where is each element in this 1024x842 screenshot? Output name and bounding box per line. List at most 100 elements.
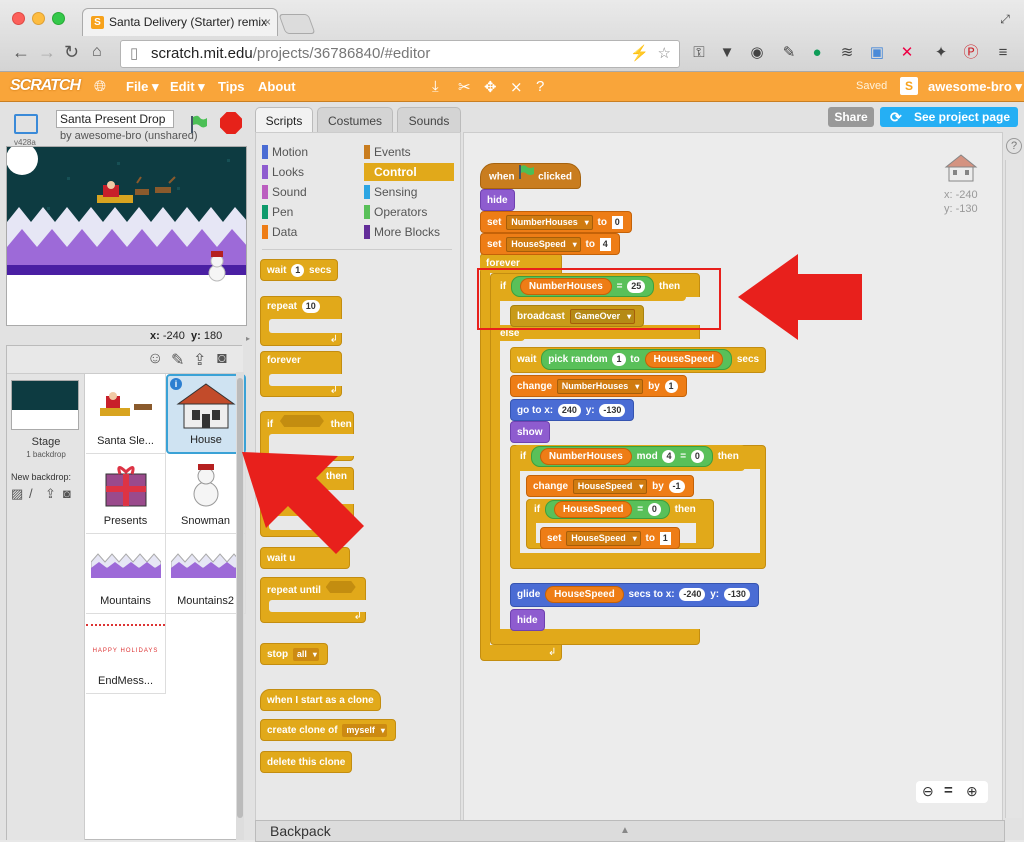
wait-pick-random-block[interactable]: wait pick random 1 to HouseSpeed secs — [510, 347, 767, 373]
set-housespeed-1-block[interactable]: set HouseSpeed to 1 — [540, 527, 680, 549]
fullscreen-stage-icon[interactable] — [14, 114, 38, 134]
see-project-page-button[interactable]: ⟳ See project page — [880, 107, 1018, 127]
scrollbar-thumb[interactable] — [237, 378, 243, 818]
palette-create-clone-block[interactable]: create clone of myself — [260, 719, 396, 741]
palette-repeat-until-block[interactable]: repeat until ↲ — [260, 577, 367, 623]
sprite-presents[interactable]: Presents — [86, 454, 166, 534]
category-pen[interactable]: Pen — [262, 203, 293, 221]
duplicate-icon[interactable]: ⤓ — [432, 78, 439, 95]
grow-icon[interactable]: ✥ — [484, 78, 497, 96]
tab-close-icon[interactable]: × — [264, 9, 271, 36]
zoom-out-icon[interactable]: ⊖ — [922, 783, 934, 800]
close-window-button[interactable] — [12, 12, 25, 25]
fullscreen-icon[interactable]: ⤢ — [996, 10, 1014, 28]
sprite-mountains2[interactable]: Mountains2 — [166, 534, 246, 614]
go-to-xy-block[interactable]: go to x: 240 y: -130 — [510, 399, 635, 421]
palette-delete-clone-block[interactable]: delete this clone — [260, 751, 353, 773]
paint-sprite-icon[interactable]: ✎ — [171, 350, 184, 370]
shuriken-icon[interactable]: ✦ — [932, 44, 950, 62]
palette-repeat-block[interactable]: repeat 10 ↲ — [260, 296, 343, 346]
palette-wait-block[interactable]: wait 1 secs — [260, 259, 339, 281]
browser-menu-icon[interactable]: ≡ — [994, 44, 1012, 62]
hangouts-icon[interactable]: ● — [808, 44, 826, 62]
paint-backdrop-icon[interactable]: / — [29, 486, 33, 501]
palette-forever-block[interactable]: forever ↲ — [260, 351, 343, 397]
change-housespeed-block[interactable]: change HouseSpeed by -1 — [526, 475, 694, 497]
if-mod-header[interactable]: if NumberHouses mod 4 = 0 then — [514, 445, 745, 471]
upload-backdrop-icon[interactable]: ⇪ — [45, 486, 56, 502]
glide-block[interactable]: glide HouseSpeed secs to x: -240 y: -130 — [510, 583, 759, 607]
backdrop-library-icon[interactable]: ▨ — [11, 486, 23, 502]
menu-about[interactable]: About — [258, 79, 296, 94]
set-numberhouses-block[interactable]: set NumberHouses to 0 — [480, 211, 632, 233]
share-button[interactable]: Share — [828, 107, 874, 127]
home-icon[interactable]: ⌂ — [92, 42, 102, 62]
hide-block-end[interactable]: hide — [510, 609, 545, 631]
when-flag-clicked-block[interactable]: when clicked — [480, 163, 582, 189]
stop-sign-icon[interactable] — [220, 112, 242, 134]
minimize-window-button[interactable] — [32, 12, 45, 25]
key-extension-icon[interactable]: ⚿ — [690, 44, 708, 62]
show-block[interactable]: show — [510, 421, 550, 443]
cross-icon[interactable]: ✕ — [898, 44, 916, 62]
screenshot-icon[interactable]: ▣ — [868, 44, 886, 62]
category-events[interactable]: Events — [364, 143, 411, 161]
hide-block[interactable]: hide — [480, 189, 515, 211]
tab-sounds[interactable]: Sounds — [397, 107, 461, 133]
new-tab-button[interactable] — [278, 14, 316, 34]
menu-file[interactable]: File ▾ — [126, 79, 159, 95]
help-icon[interactable]: ? — [536, 78, 544, 95]
globe-icon[interactable]: 🌐︎ — [94, 78, 106, 95]
shrink-icon[interactable]: ⨯ — [510, 78, 523, 96]
stage-thumbnail[interactable] — [11, 380, 79, 430]
camera-sprite-icon[interactable]: ◙ — [217, 350, 227, 368]
sprite-santa-sleigh[interactable]: Santa Sle... — [86, 374, 166, 454]
sprite-pane-scrollbar[interactable] — [236, 372, 244, 840]
choose-sprite-icon[interactable]: ☺ — [147, 350, 163, 368]
set-housespeed-block[interactable]: set HouseSpeed to 4 — [480, 233, 620, 255]
backpack-expand-icon[interactable]: ▲ — [620, 821, 630, 841]
user-avatar[interactable]: S — [900, 77, 918, 95]
ninja-icon[interactable]: ◉ — [748, 44, 766, 62]
category-control[interactable]: Control — [364, 163, 454, 181]
category-operators[interactable]: Operators — [364, 203, 427, 221]
category-motion[interactable]: Motion — [262, 143, 308, 161]
green-flag-icon[interactable] — [188, 114, 208, 134]
sprite-snowman[interactable]: Snowman — [166, 454, 246, 534]
wrench-icon[interactable]: ✎ — [780, 44, 798, 62]
sprite-house[interactable]: i House — [166, 374, 246, 454]
upload-sprite-icon[interactable]: ⇪ — [193, 350, 206, 370]
forward-arrow-icon[interactable]: → — [38, 42, 56, 62]
bookmark-star-icon[interactable]: ☆ — [658, 41, 671, 67]
scripts-area[interactable]: ↲ when clicked hide set NumberHouses to … — [463, 132, 1003, 822]
project-title-input[interactable]: Santa Present Drop — [56, 110, 174, 128]
palette-clone-hat-block[interactable]: when I start as a clone — [260, 689, 381, 711]
backpack-bar[interactable]: Backpack ▲ — [255, 820, 1005, 842]
user-menu[interactable]: awesome-bro ▾ — [928, 79, 1022, 95]
category-sound[interactable]: Sound — [262, 183, 307, 201]
stage-collapse-handle[interactable]: ▸ — [246, 334, 254, 344]
info-icon[interactable]: i — [170, 378, 182, 390]
zoom-reset-icon[interactable]: = — [944, 782, 953, 799]
pocket-icon[interactable]: ▼ — [718, 44, 736, 62]
browser-tab[interactable]: S Santa Delivery (Starter) remix × — [82, 8, 278, 36]
back-arrow-icon[interactable]: ← — [12, 42, 30, 62]
sprite-mountains[interactable]: Mountains — [86, 534, 166, 614]
scratch-logo[interactable]: SCRATCH — [10, 77, 81, 95]
tab-scripts[interactable]: Scripts — [255, 107, 313, 133]
palette-stop-block[interactable]: stop all — [260, 643, 328, 665]
change-numberhouses-block[interactable]: change NumberHouses by 1 — [510, 375, 687, 397]
address-bar[interactable]: ▯ scratch.mit.edu/projects/36786840/#edi… — [120, 40, 680, 68]
help-circle-icon[interactable]: ? — [1006, 138, 1022, 154]
cut-icon[interactable]: ✂ — [458, 78, 471, 96]
zoom-in-icon[interactable]: ⊕ — [966, 783, 978, 800]
reload-icon[interactable]: ↻ — [64, 42, 79, 62]
pinterest-icon[interactable]: Ⓟ — [962, 44, 980, 62]
sprite-end-message[interactable]: HAPPY HOLIDAYS EndMess... — [86, 614, 166, 694]
if-housespeed-header[interactable]: if HouseSpeed = 0 then — [528, 499, 702, 523]
lightning-icon[interactable]: ⚡ — [630, 41, 649, 67]
category-sensing[interactable]: Sensing — [364, 183, 417, 201]
category-data[interactable]: Data — [262, 223, 297, 241]
maximize-window-button[interactable] — [52, 12, 65, 25]
layers-icon[interactable]: ≋ — [838, 44, 856, 62]
